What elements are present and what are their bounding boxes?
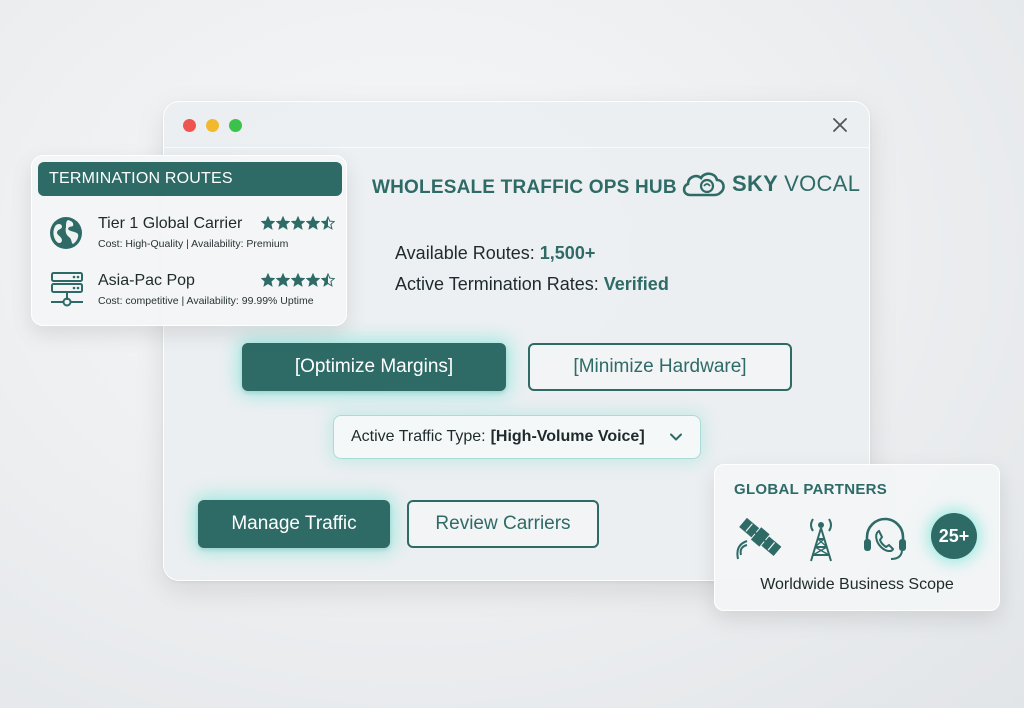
partners-caption: Worldwide Business Scope: [760, 576, 954, 593]
cloud-logo-icon: [682, 172, 725, 197]
satellite-icon: [736, 517, 782, 560]
maximize-dot[interactable]: [229, 119, 242, 132]
partners-count-badge: 25+: [931, 513, 977, 559]
close-dot[interactable]: [183, 119, 196, 132]
headset-phone-icon: [864, 517, 906, 560]
star-full-icon: [276, 216, 290, 230]
stat-label: Available Routes:: [395, 243, 535, 263]
dropdown-value: [High-Volume Voice]: [490, 428, 645, 445]
termination-routes-card: TERMINATION ROUTES Tier 1 Global Carrier…: [31, 155, 347, 326]
star-full-icon: [306, 216, 320, 230]
stat-label: Active Termination Rates:: [395, 274, 599, 294]
cell-tower-icon: [810, 518, 832, 562]
card-title: GLOBAL PARTNERS: [734, 481, 888, 498]
review-carriers-button[interactable]: Review Carriers: [407, 500, 599, 548]
chevron-down-icon: [670, 433, 682, 441]
manage-traffic-button[interactable]: Manage Traffic: [198, 500, 390, 548]
star-half-icon: [321, 216, 335, 230]
traffic-type-dropdown[interactable]: Active Traffic Type: [High-Volume Voice]: [333, 415, 701, 459]
star-full-icon: [261, 273, 275, 287]
star-full-icon: [276, 273, 290, 287]
page-title: WHOLESALE TRAFFIC OPS HUB: [372, 177, 677, 198]
minimize-hardware-button[interactable]: [Minimize Hardware]: [528, 343, 792, 391]
minimize-dot[interactable]: [206, 119, 219, 132]
available-routes-stat: Available Routes: 1,500+: [395, 243, 595, 264]
star-half-icon: [321, 273, 335, 287]
server-icon: [51, 272, 83, 307]
title-bar: [164, 102, 869, 148]
stat-value: Verified: [603, 274, 669, 294]
star-full-icon: [261, 216, 275, 230]
global-partners-card: GLOBAL PARTNERS 25+ Worldwide Business S…: [714, 464, 1000, 611]
close-icon[interactable]: [831, 116, 849, 134]
star-full-icon: [291, 273, 305, 287]
star-full-icon: [306, 273, 320, 287]
rating-stars: [261, 273, 335, 287]
rating-stars: [261, 216, 335, 230]
route-detail: Cost: High-Quality | Availability: Premi…: [98, 238, 289, 250]
brand-logo: SKY VOCAL: [680, 169, 860, 199]
brand-vocal: VOCAL: [784, 171, 861, 196]
route-detail: Cost: competitive | Availability: 99.99%…: [98, 295, 314, 307]
dropdown-label: Active Traffic Type:: [351, 428, 486, 445]
termination-rates-stat: Active Termination Rates: Verified: [395, 274, 669, 295]
brand-sky: SKY: [732, 171, 778, 196]
optimize-margins-button[interactable]: [Optimize Margins]: [242, 343, 506, 391]
star-full-icon: [291, 216, 305, 230]
card-title: TERMINATION ROUTES: [38, 162, 342, 196]
route-name: Asia-Pac Pop: [98, 272, 195, 289]
stat-value: 1,500+: [539, 243, 596, 263]
globe-icon: [50, 217, 82, 249]
route-name: Tier 1 Global Carrier: [98, 215, 243, 232]
